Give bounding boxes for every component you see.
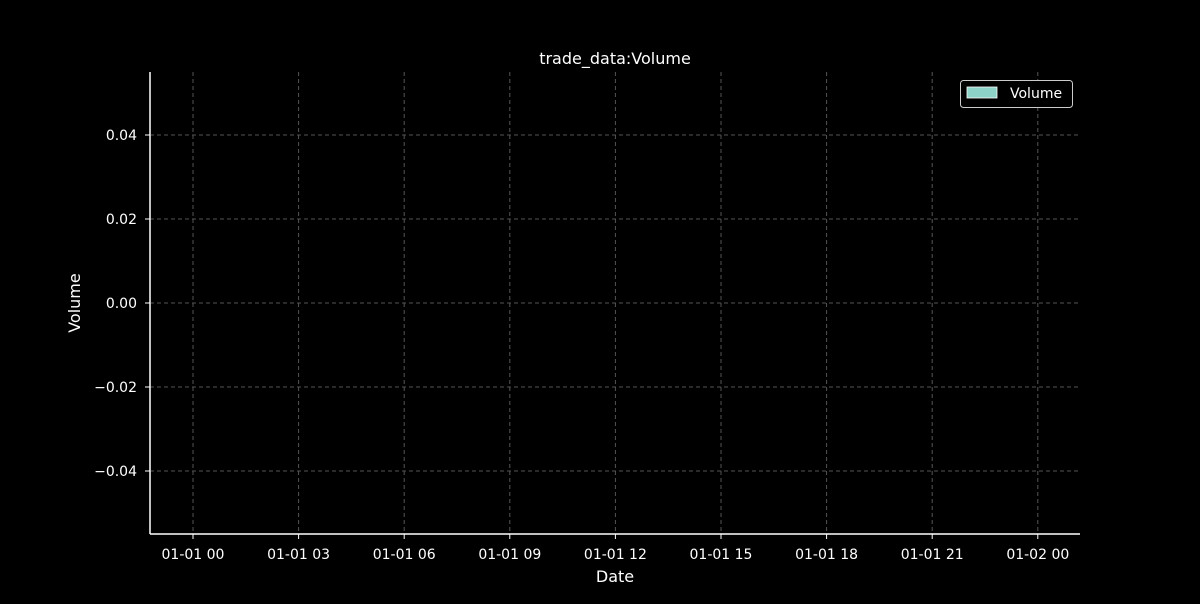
chart-title: trade_data:Volume (539, 49, 691, 69)
legend-label-volume: Volume (1010, 86, 1062, 102)
legend-swatch-volume (966, 86, 998, 99)
x-tick-label: 01-02 00 (1006, 547, 1069, 563)
y-tick-label: −0.04 (94, 464, 137, 480)
x-tick-label: 01-01 09 (478, 547, 541, 563)
y-tick-label: 0.02 (106, 212, 137, 228)
grid-lines (150, 72, 1080, 534)
x-tick-label: 01-01 15 (690, 547, 753, 563)
x-tick-label: 01-01 12 (584, 547, 647, 563)
y-tick-label: −0.02 (94, 380, 137, 396)
x-tick-label: 01-01 06 (373, 547, 436, 563)
x-tick-label: 01-01 03 (267, 547, 330, 563)
chart-figure: trade_data:Volume 01-01 00 01-01 03 01-01 … (0, 0, 1200, 600)
volume-chart: trade_data:Volume 01-01 00 01-01 03 01-01 … (65, 49, 1080, 586)
x-tick-label: 01-01 00 (162, 547, 225, 563)
y-axis-label: Volume (65, 273, 84, 333)
x-axis-ticks: 01-01 00 01-01 03 01-01 06 01-01 09 01-01 12… (162, 534, 1069, 563)
x-tick-label: 01-01 21 (901, 547, 964, 563)
x-axis-label: Date (596, 567, 634, 586)
y-tick-label: 0.04 (106, 128, 137, 144)
y-tick-label: 0.00 (106, 296, 137, 312)
x-tick-label: 01-01 18 (795, 547, 858, 563)
legend: Volume (960, 80, 1073, 108)
y-axis-ticks: 0.04 0.02 0.00 −0.02 −0.04 (94, 128, 150, 480)
